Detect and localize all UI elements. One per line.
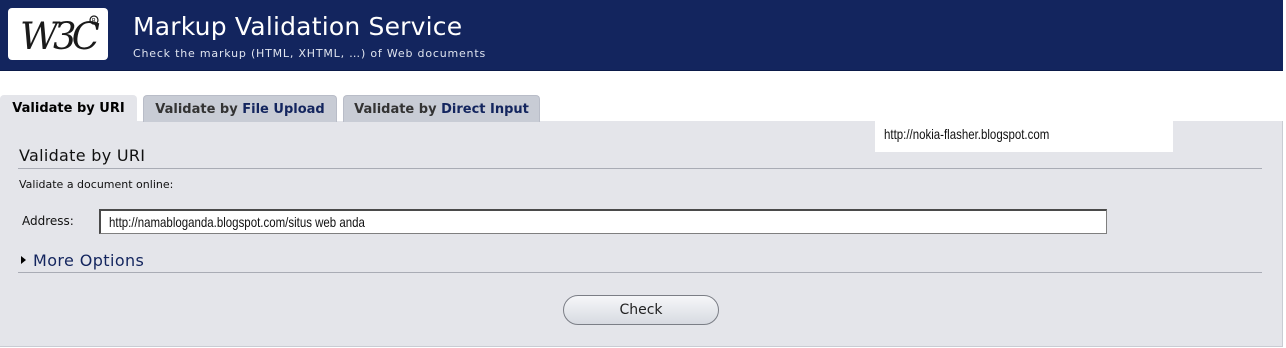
section-divider: [18, 168, 1262, 169]
address-input[interactable]: [99, 209, 1107, 234]
triangle-right-icon: [21, 256, 26, 264]
w3c-logo[interactable]: W3C R: [8, 8, 108, 60]
tab-validate-by-file-upload[interactable]: Validate by File Upload: [143, 95, 337, 122]
options-divider: [18, 272, 1262, 273]
tab-validate-by-direct-input[interactable]: Validate by Direct Input: [343, 95, 540, 122]
tab-prefix: Validate by: [12, 101, 100, 116]
page-subtitle: Check the markup (HTML, XHTML, …) of Web…: [133, 47, 486, 60]
more-options-label: More Options: [33, 251, 145, 270]
tab-prefix: Validate by: [155, 102, 243, 117]
tab-accent: URI: [99, 101, 125, 116]
tab-validate-by-uri[interactable]: Validate by URI: [0, 95, 137, 123]
w3c-logo-icon: W3C R: [20, 15, 105, 58]
svg-text:W3C: W3C: [20, 15, 100, 58]
address-label: Address:: [22, 214, 74, 228]
more-options-toggle[interactable]: More Options: [21, 251, 144, 271]
page-title: Markup Validation Service: [133, 12, 463, 41]
tab-accent: File Upload: [242, 102, 325, 117]
check-button[interactable]: Check: [563, 295, 719, 325]
header-banner: W3C R Markup Validation Service Check th…: [0, 0, 1283, 71]
intro-text: Validate a document online:: [19, 178, 174, 191]
tab-prefix: Validate by: [354, 102, 442, 117]
svg-text:R: R: [92, 18, 96, 25]
url-overlay-box: http://nokia-flasher.blogspot.com: [875, 121, 1173, 152]
tab-accent: Direct Input: [441, 102, 529, 117]
overlay-url-text: http://nokia-flasher.blogspot.com: [884, 126, 1050, 142]
section-title: Validate by URI: [19, 146, 146, 165]
